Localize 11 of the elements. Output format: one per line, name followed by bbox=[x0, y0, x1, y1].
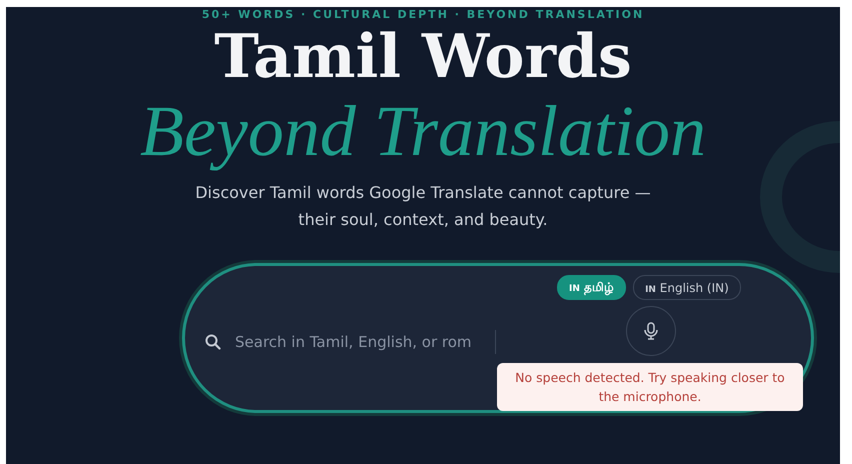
search-icon bbox=[205, 334, 221, 350]
page-title: Tamil Words bbox=[214, 21, 632, 93]
microphone-button[interactable] bbox=[626, 306, 676, 356]
search-field[interactable]: Search in Tamil, English, or rom bbox=[235, 333, 485, 351]
microphone-icon bbox=[643, 322, 659, 340]
description: Discover Tamil words Google Translate cannot capture — their soul, context, and beauty. bbox=[194, 182, 652, 231]
language-tab[interactable]: IN English (IN) bbox=[633, 275, 741, 300]
tagline: 50+ WORDS · CULTURAL DEPTH · BEYOND TRANSLATION bbox=[202, 8, 644, 21]
language-tab[interactable]: IN தமிழ் bbox=[557, 275, 626, 300]
page-subtitle: Beyond Translation bbox=[140, 93, 706, 169]
error-toast: No speech detected. Try speaking closer to the microphone. bbox=[497, 363, 803, 411]
